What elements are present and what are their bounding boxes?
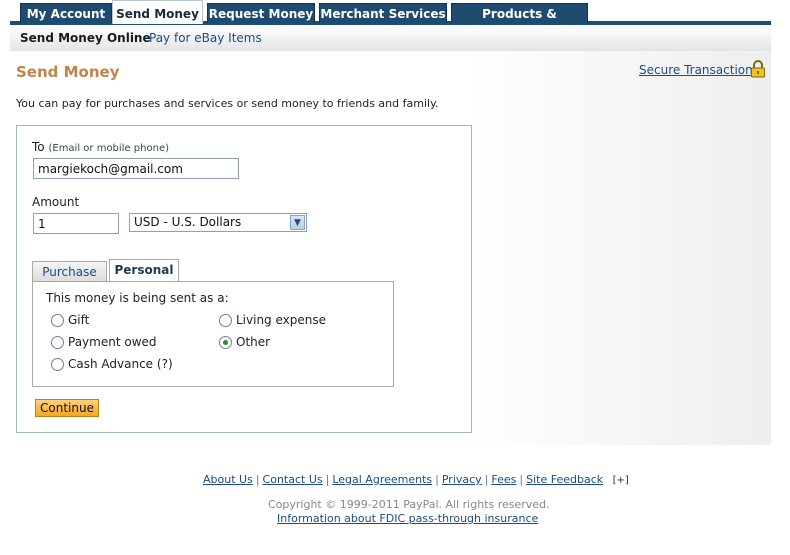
- subnav-send-money-online[interactable]: Send Money Online: [20, 31, 151, 45]
- tab-products-services[interactable]: Products & Services: [451, 3, 588, 41]
- footer-about-us[interactable]: About Us: [203, 473, 253, 486]
- cash-advance-help-link[interactable]: (?): [157, 357, 173, 371]
- recipient-email-input[interactable]: [33, 158, 239, 179]
- tab-personal[interactable]: Personal: [109, 259, 179, 282]
- to-hint: (Email or mobile phone): [48, 143, 169, 154]
- tab-my-account[interactable]: My Account: [20, 3, 112, 23]
- sent-as-label: This money is being sent as a:: [46, 291, 229, 305]
- chevron-down-icon[interactable]: ▼: [290, 215, 305, 230]
- footer-contact-us[interactable]: Contact Us: [263, 473, 323, 486]
- sub-nav: Send Money Online Pay for eBay Items: [10, 25, 771, 51]
- tab-purchase[interactable]: Purchase: [32, 261, 107, 282]
- radio-cash-advance-label: Cash Advance (?): [68, 357, 173, 371]
- subnav-pay-ebay[interactable]: Pay for eBay Items: [149, 31, 262, 45]
- site-feedback-expand[interactable]: [+]: [613, 475, 629, 486]
- footer-fees[interactable]: Fees: [491, 473, 516, 486]
- copyright-text: Copyright © 1999-2011 PayPal. All rights…: [268, 498, 550, 511]
- tab-request-money[interactable]: Request Money: [207, 3, 315, 23]
- footer-legal-agreements[interactable]: Legal Agreements: [332, 473, 432, 486]
- send-money-form: To (Email or mobile phone) Amount USD - …: [16, 125, 472, 433]
- footer-privacy[interactable]: Privacy: [442, 473, 482, 486]
- radio-living-expense[interactable]: [219, 314, 232, 327]
- tab-merchant-services[interactable]: Merchant Services: [319, 3, 447, 23]
- radio-cash-advance[interactable]: [51, 358, 64, 371]
- radio-other-label: Other: [236, 335, 271, 349]
- amount-input[interactable]: [33, 213, 119, 234]
- lock-icon: [751, 60, 765, 78]
- radio-living-expense-label: Living expense: [236, 313, 327, 327]
- secure-transaction-link[interactable]: Secure Transaction: [639, 63, 753, 77]
- to-label: To (Email or mobile phone): [32, 140, 169, 154]
- radio-payment-owed[interactable]: [51, 336, 64, 349]
- intro-text: You can pay for purchases and services o…: [16, 97, 439, 110]
- fdic-insurance-link[interactable]: Information about FDIC pass-through insu…: [277, 512, 538, 525]
- currency-selected-value: USD - U.S. Dollars: [134, 215, 242, 229]
- amount-label: Amount: [32, 195, 80, 209]
- main-content: Send Money Secure Transaction You can pa…: [10, 51, 771, 445]
- footer-site-feedback[interactable]: Site Feedback: [526, 473, 603, 486]
- payment-type-panel: This money is being sent as a: Gift Livi…: [32, 281, 394, 387]
- continue-button[interactable]: Continue: [35, 399, 99, 417]
- tab-send-money[interactable]: Send Money: [112, 0, 203, 24]
- top-nav: My Account Send Money Request Money Merc…: [10, 0, 771, 41]
- currency-select[interactable]: USD - U.S. Dollars ▼: [129, 213, 307, 232]
- radio-payment-owed-label: Payment owed: [68, 335, 157, 349]
- page-title: Send Money: [16, 63, 120, 81]
- radio-gift-label: Gift: [68, 313, 90, 327]
- radio-other[interactable]: [219, 336, 232, 349]
- radio-gift[interactable]: [51, 314, 64, 327]
- footer-links: About Us | Contact Us | Legal Agreements | Pri…: [203, 473, 629, 486]
